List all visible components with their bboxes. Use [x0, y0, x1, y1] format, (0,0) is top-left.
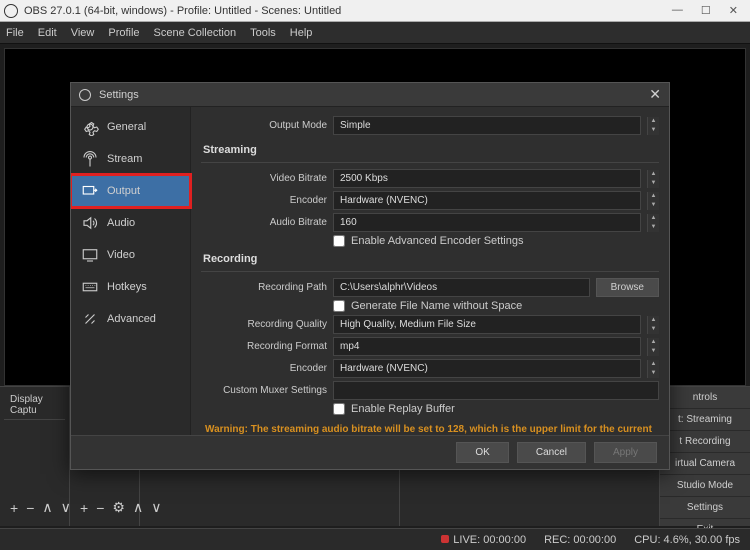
window-titlebar: OBS 27.0.1 (64-bit, windows) - Profile: …: [0, 0, 750, 22]
browse-button[interactable]: Browse: [596, 278, 659, 297]
sidebar-item-advanced[interactable]: Advanced: [71, 303, 190, 335]
spinner-icon[interactable]: ▲▼: [647, 170, 659, 188]
close-icon[interactable]: ✕: [649, 86, 661, 103]
minimize-icon[interactable]: —: [672, 4, 683, 17]
sidebar-item-hotkeys[interactable]: Hotkeys: [71, 271, 190, 303]
app-icon: [4, 4, 18, 18]
controls-header: ntrols: [660, 387, 750, 409]
filename-space-checkbox[interactable]: [333, 300, 345, 312]
add-icon[interactable]: +: [10, 500, 18, 516]
settings-button[interactable]: Settings: [660, 497, 750, 519]
cancel-button[interactable]: Cancel: [517, 442, 586, 463]
menu-view[interactable]: View: [71, 27, 95, 39]
sidebar-item-general[interactable]: General: [71, 111, 190, 143]
controls-panel: ntrols t: Streaming t Recording irtual C…: [660, 387, 750, 526]
gear-icon[interactable]: ⚙: [112, 499, 125, 516]
remove-icon[interactable]: −: [26, 500, 34, 516]
monitor-icon: [81, 246, 99, 264]
sidebar-item-stream[interactable]: Stream: [71, 143, 190, 175]
menu-bar: File Edit View Profile Scene Collection …: [0, 22, 750, 44]
tools-icon: [81, 310, 99, 328]
status-bar: LIVE: 00:00:00 REC: 00:00:00 CPU: 4.6%, …: [0, 528, 750, 550]
sources-item[interactable]: Display Captu: [4, 391, 65, 420]
add-icon[interactable]: +: [80, 500, 88, 516]
video-bitrate-input[interactable]: 2500 Kbps: [333, 169, 641, 188]
rec-encoder-select[interactable]: Hardware (NVENC): [333, 359, 641, 378]
warning-text: Warning: The streaming audio bitrate wil…: [201, 415, 659, 435]
spinner-icon[interactable]: ▲▼: [647, 214, 659, 232]
dialog-title: Settings: [99, 89, 649, 101]
muxer-input[interactable]: [333, 381, 659, 400]
apply-button[interactable]: Apply: [594, 442, 657, 463]
menu-edit[interactable]: Edit: [38, 27, 57, 39]
spinner-icon[interactable]: ▲▼: [647, 316, 659, 334]
rec-quality-select[interactable]: High Quality, Medium File Size: [333, 315, 641, 334]
replay-buffer-checkbox[interactable]: [333, 403, 345, 415]
spinner-icon[interactable]: ▲▼: [647, 338, 659, 356]
adv-encoder-checkbox[interactable]: [333, 235, 345, 247]
streaming-section: Streaming: [201, 138, 659, 160]
menu-scene-collection[interactable]: Scene Collection: [154, 27, 237, 39]
sidebar-item-output[interactable]: Output: [71, 175, 190, 207]
window-title: OBS 27.0.1 (64-bit, windows) - Profile: …: [24, 5, 672, 17]
maximize-icon[interactable]: ☐: [701, 4, 711, 17]
recording-path-input[interactable]: C:\Users\alphr\Videos: [333, 278, 590, 297]
ok-button[interactable]: OK: [456, 442, 508, 463]
antenna-icon: [81, 150, 99, 168]
spinner-icon[interactable]: ▲▼: [647, 117, 659, 135]
menu-file[interactable]: File: [6, 27, 24, 39]
live-indicator-icon: [441, 535, 449, 543]
encoder-select[interactable]: Hardware (NVENC): [333, 191, 641, 210]
start-streaming-button[interactable]: t: Streaming: [660, 409, 750, 431]
virtual-camera-button[interactable]: irtual Camera: [660, 453, 750, 475]
close-icon[interactable]: ✕: [729, 4, 738, 17]
menu-profile[interactable]: Profile: [108, 27, 139, 39]
app-icon: [79, 89, 91, 101]
remove-icon[interactable]: −: [96, 500, 104, 516]
speaker-icon: [81, 214, 99, 232]
settings-sidebar: General Stream Output Audio Video Hotkey…: [71, 107, 191, 435]
menu-tools[interactable]: Tools: [250, 27, 276, 39]
recording-section: Recording: [201, 247, 659, 269]
studio-mode-button[interactable]: Studio Mode: [660, 475, 750, 497]
keyboard-icon: [81, 278, 99, 296]
spinner-icon[interactable]: ▲▼: [647, 192, 659, 210]
output-mode-select[interactable]: Simple: [333, 116, 641, 135]
menu-help[interactable]: Help: [290, 27, 313, 39]
rec-format-select[interactable]: mp4: [333, 337, 641, 356]
start-recording-button[interactable]: t Recording: [660, 431, 750, 453]
spinner-icon[interactable]: ▲▼: [647, 360, 659, 378]
sidebar-item-audio[interactable]: Audio: [71, 207, 190, 239]
settings-dialog: Settings ✕ General Stream Output Audio V…: [70, 82, 670, 470]
sidebar-item-video[interactable]: Video: [71, 239, 190, 271]
up-icon[interactable]: ∧: [42, 499, 52, 516]
settings-content: Output ModeSimple▲▼ Streaming Video Bitr…: [191, 107, 669, 435]
audio-bitrate-select[interactable]: 160: [333, 213, 641, 232]
output-icon: [81, 182, 99, 200]
gear-icon: [81, 118, 99, 136]
